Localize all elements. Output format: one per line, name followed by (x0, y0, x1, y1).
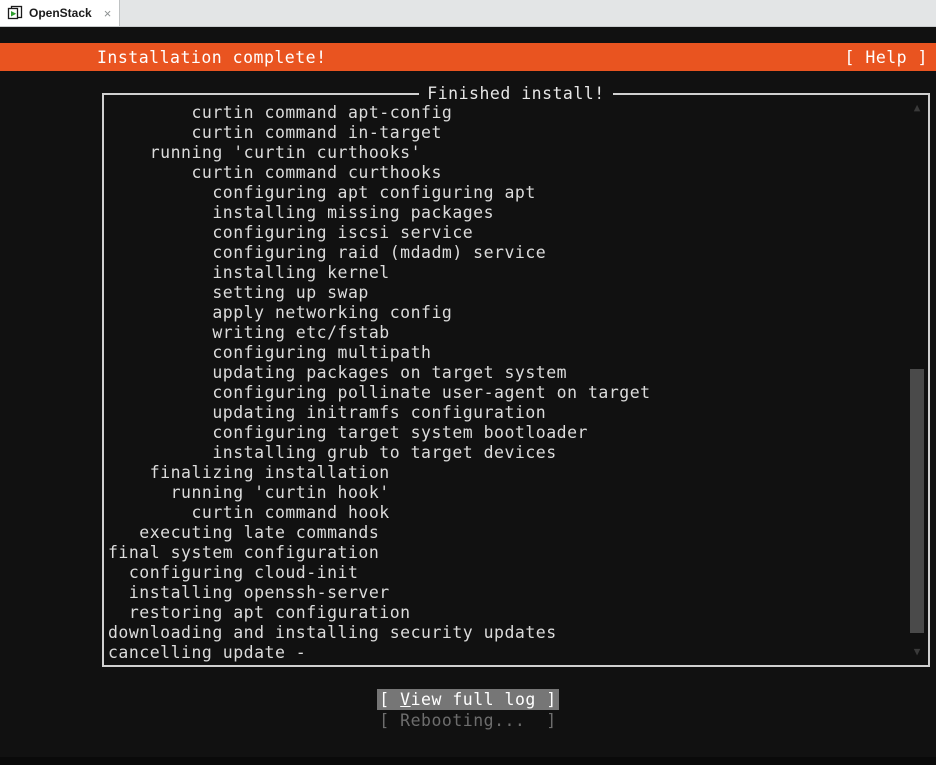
install-log-line: installing openssh-server (108, 583, 390, 602)
scroll-up-arrow-icon[interactable]: ▲ (911, 102, 923, 114)
install-log-legend-text: Finished install! (419, 84, 613, 103)
install-log-line: updating initramfs configuration (108, 403, 547, 422)
install-log-line: configuring raid (mdadm) service (108, 243, 547, 262)
installer-actions: [ View full log ] [ Rebooting... ] (0, 689, 936, 731)
view-full-log-accelerator: V (400, 690, 411, 709)
view-full-log-suffix: ] (535, 690, 557, 709)
scrollbar-track[interactable] (909, 116, 925, 644)
install-log-line: apply networking config (108, 303, 453, 322)
install-log-line: configuring apt configuring apt (108, 183, 536, 202)
install-log-line: configuring cloud-init (108, 563, 359, 582)
install-log-scrollbar[interactable]: ▲ ▼ (909, 98, 925, 662)
scrollbar-thumb[interactable] (910, 369, 924, 634)
install-log-line: curtin command apt-config (108, 103, 453, 122)
install-log-line: executing late commands (108, 523, 380, 542)
installer-terminal: Finished install! curtin command apt-con… (0, 71, 936, 765)
close-icon[interactable]: × (104, 7, 112, 20)
install-log-line: setting up swap (108, 283, 369, 302)
install-log-line: installing kernel (108, 263, 390, 282)
rebooting-button: [ Rebooting... ] (379, 711, 557, 730)
install-log-line: downloading and installing security upda… (108, 623, 557, 642)
scroll-down-arrow-icon[interactable]: ▼ (911, 646, 923, 658)
view-full-log-button[interactable]: [ View full log ] (377, 689, 559, 710)
install-log-line: configuring multipath (108, 343, 432, 362)
view-full-log-prefix: [ (379, 690, 401, 709)
install-log-line: finalizing installation (108, 463, 390, 482)
install-log-line: cancelling update - (108, 643, 307, 662)
install-log-line: curtin command in-target (108, 123, 442, 142)
tab-openstack[interactable]: OpenStack × (0, 0, 121, 26)
window-top-filler (0, 27, 936, 43)
terminal-bottom-band (0, 757, 936, 765)
install-log-line: writing etc/fstab (108, 323, 390, 342)
install-log-line: final system configuration (108, 543, 380, 562)
install-log-line: curtin command curthooks (108, 163, 442, 182)
openstack-window-play-icon (7, 5, 23, 21)
tab-title: OpenStack (29, 6, 92, 20)
install-log-panel: Finished install! curtin command apt-con… (102, 84, 930, 667)
install-log-line: restoring apt configuration (108, 603, 411, 622)
tab-strip-empty-area (120, 0, 936, 26)
view-full-log-label: iew full log (410, 690, 536, 709)
install-log-legend: Finished install! (104, 84, 928, 103)
install-log-line: running 'curtin curthooks' (108, 143, 422, 162)
install-log-line: configuring iscsi service (108, 223, 474, 242)
install-log-line: installing grub to target devices (108, 443, 557, 462)
browser-tab-strip: OpenStack × (0, 0, 936, 27)
page-title: Installation complete! (97, 47, 327, 67)
install-log-line: curtin command hook (108, 503, 390, 522)
install-log-line: updating packages on target system (108, 363, 568, 382)
install-log-line: running 'curtin hook' (108, 483, 390, 502)
install-log-line: installing missing packages (108, 203, 495, 222)
install-log-line: configuring pollinate user-agent on targ… (108, 383, 651, 402)
help-button[interactable]: [ Help ] (845, 48, 928, 67)
install-log-lines: curtin command apt-config curtin command… (108, 103, 898, 663)
install-log-line: configuring target system bootloader (108, 423, 588, 442)
installer-header: Installation complete! [ Help ] (0, 43, 936, 71)
